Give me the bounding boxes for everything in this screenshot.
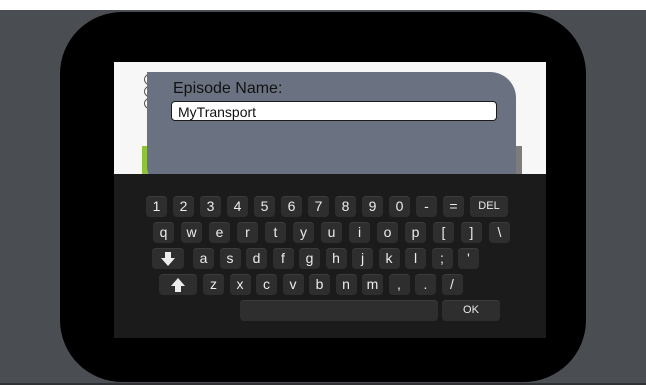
key-q[interactable]: q bbox=[153, 222, 174, 243]
key-semicolon[interactable]: ; bbox=[431, 248, 453, 269]
episode-name-input[interactable]: MyTransport bbox=[171, 101, 497, 121]
key-w[interactable]: w bbox=[181, 222, 202, 243]
key-a[interactable]: a bbox=[193, 248, 214, 269]
key-7[interactable]: 7 bbox=[308, 196, 329, 217]
key-comma[interactable]: , bbox=[388, 274, 410, 295]
key-4[interactable]: 4 bbox=[227, 196, 248, 217]
key-right-bracket[interactable]: ] bbox=[461, 222, 482, 243]
key-u[interactable]: u bbox=[321, 222, 342, 243]
space-bar[interactable] bbox=[240, 300, 438, 321]
key-8[interactable]: 8 bbox=[335, 196, 356, 217]
key-j[interactable]: j bbox=[352, 248, 373, 269]
ok-button[interactable]: OK bbox=[442, 300, 500, 321]
key-r[interactable]: r bbox=[237, 222, 258, 243]
key-v[interactable]: v bbox=[282, 274, 304, 295]
key-i[interactable]: i bbox=[349, 222, 370, 243]
caps-lock-key[interactable] bbox=[152, 248, 184, 269]
key-k[interactable]: k bbox=[378, 248, 400, 269]
key-slash[interactable]: / bbox=[441, 274, 463, 295]
key-3[interactable]: 3 bbox=[200, 196, 221, 217]
key-g[interactable]: g bbox=[299, 248, 320, 269]
key-p[interactable]: p bbox=[405, 222, 426, 243]
key-equals[interactable]: = bbox=[443, 196, 464, 217]
key-minus[interactable]: - bbox=[416, 196, 437, 217]
key-1[interactable]: 1 bbox=[146, 196, 167, 217]
key-b[interactable]: b bbox=[309, 274, 330, 295]
key-c[interactable]: c bbox=[256, 274, 277, 295]
key-2[interactable]: 2 bbox=[173, 196, 194, 217]
key-quote[interactable]: ' bbox=[458, 248, 479, 269]
key-l[interactable]: l bbox=[405, 248, 426, 269]
arrow-up-icon bbox=[171, 278, 185, 292]
key-9[interactable]: 9 bbox=[362, 196, 383, 217]
device-screen: Episode Name: MyTransport 1 2 3 4 5 6 7 8 9 0- = DE… bbox=[114, 62, 546, 338]
key-z[interactable]: z bbox=[203, 274, 224, 295]
key-n[interactable]: n bbox=[335, 274, 357, 295]
key-x[interactable]: x bbox=[229, 274, 251, 295]
key-left-bracket[interactable]: [ bbox=[433, 222, 454, 243]
scroll-strip bbox=[516, 146, 522, 174]
top-band bbox=[0, 0, 646, 10]
key-h[interactable]: h bbox=[325, 248, 347, 269]
key-s[interactable]: s bbox=[219, 248, 241, 269]
key-t[interactable]: t bbox=[265, 222, 286, 243]
key-backslash[interactable]: \ bbox=[489, 222, 510, 243]
key-e[interactable]: e bbox=[209, 222, 230, 243]
episode-name-label: Episode Name: bbox=[173, 80, 283, 97]
key-y[interactable]: y bbox=[293, 222, 314, 243]
key-5[interactable]: 5 bbox=[254, 196, 275, 217]
on-screen-keyboard: 1 2 3 4 5 6 7 8 9 0- = DEL q w e r t y u i o p [] \ a s d f g h j k l; ' z… bbox=[114, 174, 546, 338]
key-d[interactable]: d bbox=[246, 248, 267, 269]
key-6[interactable]: 6 bbox=[281, 196, 302, 217]
shift-key[interactable] bbox=[159, 274, 197, 295]
arrow-down-icon bbox=[161, 252, 175, 266]
key-period[interactable]: . bbox=[415, 274, 436, 295]
key-o[interactable]: o bbox=[377, 222, 398, 243]
key-del[interactable]: DEL bbox=[470, 196, 508, 217]
key-0[interactable]: 0 bbox=[389, 196, 410, 217]
key-m[interactable]: m bbox=[362, 274, 383, 295]
key-f[interactable]: f bbox=[272, 248, 294, 269]
